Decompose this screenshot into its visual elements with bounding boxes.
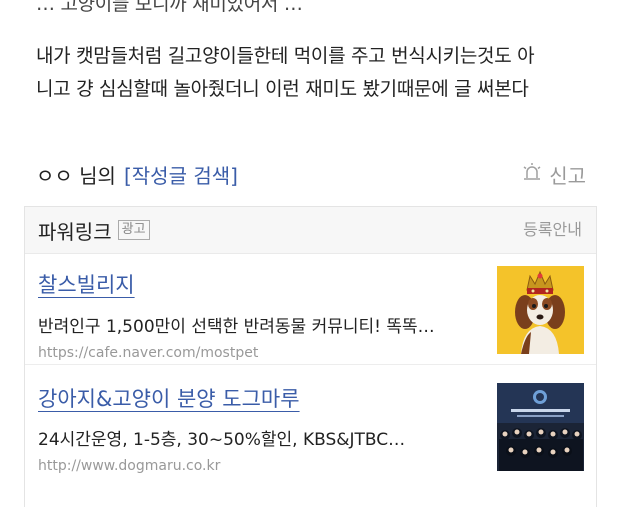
post-partial-line: … 고양이들 보니까 재미있어서 … bbox=[36, 0, 303, 15]
ad-url[interactable]: https://cafe.naver.com/mostpet bbox=[38, 345, 258, 361]
ad-url[interactable]: http://www.dogmaru.co.kr bbox=[38, 458, 220, 474]
author-posts-search-link[interactable]: [작성글 검색] bbox=[124, 160, 238, 189]
ad-item[interactable]: 찰스빌리지 반려인구 1,500만이 선택한 반려동물 커뮤니티! 똑똑… ht… bbox=[25, 254, 596, 365]
ad-description: 24시간운영, 1-5층, 30~50%할인, KBS&JTBC… bbox=[38, 430, 406, 450]
author-row: ㅇㅇ 님의 [작성글 검색] 신고 bbox=[36, 158, 586, 190]
post-body: … 고양이들 보니까 재미있어서 … 내가 캣맘들처럼 길고양이들한테 먹이를 … bbox=[36, 0, 626, 106]
post-paragraph-line-2: 니고 걍 심심할때 놀아줬더니 이런 재미도 봤기때문에 글 써본다 bbox=[36, 78, 529, 100]
siren-icon bbox=[521, 162, 549, 187]
powerlink-header: 파워링크 광고 등록안내 bbox=[25, 207, 596, 254]
group-photo-image[interactable] bbox=[497, 383, 584, 471]
ad-title-link[interactable]: 강아지&고양이 분양 도그마루 bbox=[38, 383, 300, 413]
report-button[interactable]: 신고 bbox=[521, 158, 586, 190]
ad-title-link[interactable]: 찰스빌리지 bbox=[38, 269, 135, 299]
author-name: ㅇㅇ 님의 bbox=[36, 163, 116, 188]
powerlink-ad-box: 파워링크 광고 등록안내 찰스빌리지 반려인구 1,500만이 선택한 반려동물… bbox=[24, 206, 597, 507]
ad-description: 반려인구 1,500만이 선택한 반려동물 커뮤니티! 똑똑… bbox=[38, 317, 435, 337]
ad-badge: 광고 bbox=[117, 220, 150, 240]
ad-item[interactable]: 강아지&고양이 분양 도그마루 24시간운영, 1-5층, 30~50%할인, … bbox=[25, 365, 596, 485]
register-guide-link[interactable]: 등록안내 bbox=[523, 207, 582, 253]
post-paragraph-line-1: 내가 캣맘들처럼 길고양이들한테 먹이를 주고 번식시키는것도 아 bbox=[36, 45, 535, 67]
dog-with-crown-image[interactable] bbox=[497, 266, 584, 354]
report-label: 신고 bbox=[549, 163, 586, 188]
powerlink-title: 파워링크 bbox=[38, 219, 112, 244]
